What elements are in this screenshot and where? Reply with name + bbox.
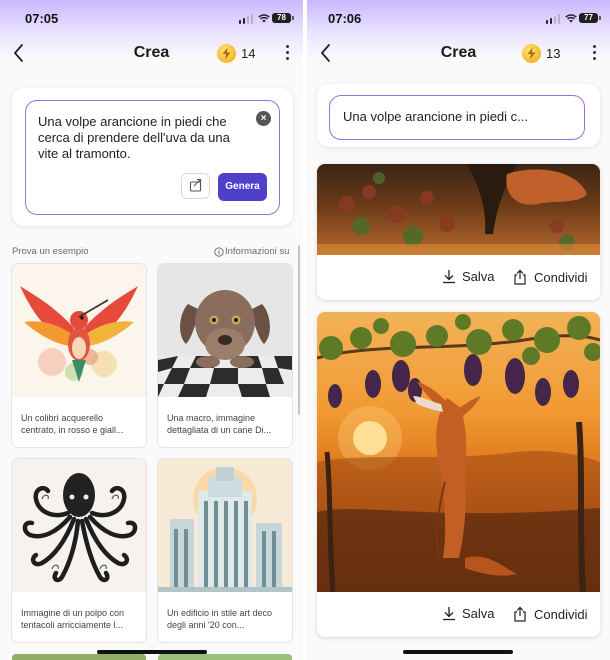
prompt-card: Una volpe arancione in piedi c... — [317, 84, 600, 147]
download-icon — [443, 270, 455, 284]
top-bar: Crea 14 — [0, 38, 303, 70]
info-link[interactable]: Informazioni su — [214, 246, 289, 257]
next-example-peek — [158, 654, 292, 660]
save-button[interactable]: Salva — [442, 606, 495, 621]
coin-count: 14 — [241, 46, 256, 61]
generate-button[interactable]: Genera — [218, 173, 267, 201]
example-caption: Un colibrì acquerello centrato, in rosso… — [21, 413, 124, 435]
example-card[interactable]: Una macro, immagine dettagliata di un ca… — [158, 264, 292, 447]
home-indicator — [403, 650, 513, 654]
share-button[interactable]: Condividi — [512, 606, 587, 622]
screen: 07:05 78 Crea 14 Una volpe arancione in … — [0, 0, 610, 660]
fox-grapes-image[interactable] — [317, 312, 600, 593]
info-icon — [214, 246, 224, 257]
download-icon — [443, 607, 455, 621]
prompt-card: Una volpe arancione in piedi che cerca d… — [12, 88, 293, 226]
share-icon[interactable] — [181, 173, 210, 199]
lightning-coin-icon — [522, 44, 541, 63]
hummingbird-image — [12, 264, 146, 397]
prompt-input[interactable]: Una volpe arancione in piedi c... — [329, 95, 585, 140]
lightning-coin-icon — [217, 44, 236, 63]
share-icon — [514, 269, 526, 285]
scrollbar[interactable] — [298, 245, 300, 415]
building-image — [158, 459, 292, 592]
prompt-input[interactable]: Una volpe arancione in piedi che cerca d… — [25, 100, 280, 215]
octopus-image — [12, 459, 146, 592]
page-title: Crea — [133, 44, 170, 61]
page-title: Crea — [440, 44, 477, 61]
wifi-icon — [565, 14, 577, 23]
result-card: Salva Condividi — [317, 312, 600, 637]
signal-icon — [545, 14, 560, 24]
clear-icon[interactable]: × — [256, 111, 271, 126]
example-caption: Una macro, immagine dettagliata di un ca… — [167, 413, 272, 435]
save-label: Salva — [462, 269, 495, 284]
kebab-menu-icon[interactable] — [588, 45, 600, 63]
status-bar: 07:06 77 — [307, 11, 610, 29]
status-time: 07:06 — [328, 11, 362, 26]
examples-heading: Prova un esempio — [12, 246, 89, 257]
prompt-text: Una volpe arancione in piedi c... — [343, 109, 529, 124]
share-label: Condividi — [534, 606, 588, 622]
battery-icon: 78 — [272, 13, 294, 23]
status-time: 07:05 — [25, 11, 59, 26]
example-caption: Un edificio in stile art deco degli anni… — [167, 608, 273, 630]
home-indicator — [97, 650, 207, 654]
next-example-peek — [12, 654, 146, 660]
result-card: Salva Condividi — [317, 164, 600, 300]
example-card[interactable]: Un colibrì acquerello centrato, in rosso… — [12, 264, 146, 447]
prompt-text: Una volpe arancione in piedi che cerca d… — [38, 114, 230, 161]
signal-icon — [238, 14, 253, 24]
share-button[interactable]: Condividi — [512, 269, 587, 285]
example-caption: Immagine di un polpo con tentacoli arric… — [21, 608, 125, 630]
status-bar: 07:05 78 — [0, 11, 303, 29]
share-label: Condividi — [534, 269, 588, 285]
coin-count: 13 — [546, 46, 561, 61]
wifi-icon — [258, 14, 270, 23]
save-label: Salva — [462, 606, 495, 621]
left-screen: 07:05 78 Crea 14 Una volpe arancione in … — [0, 0, 303, 660]
share-icon — [514, 606, 526, 622]
save-button[interactable]: Salva — [442, 269, 495, 284]
info-label: Informazioni su — [225, 246, 290, 257]
example-card[interactable]: Immagine di un polpo con tentacoli arric… — [12, 459, 146, 642]
top-bar: Crea 13 — [307, 38, 610, 70]
example-card[interactable]: Un edificio in stile art deco degli anni… — [158, 459, 292, 642]
kebab-menu-icon[interactable] — [281, 45, 293, 63]
battery-icon: 77 — [579, 13, 601, 23]
fox-vineyard-image[interactable] — [317, 164, 600, 255]
right-screen: 07:06 77 Crea 13 Una volpe arancione in … — [307, 0, 610, 660]
dog-image — [158, 264, 292, 397]
